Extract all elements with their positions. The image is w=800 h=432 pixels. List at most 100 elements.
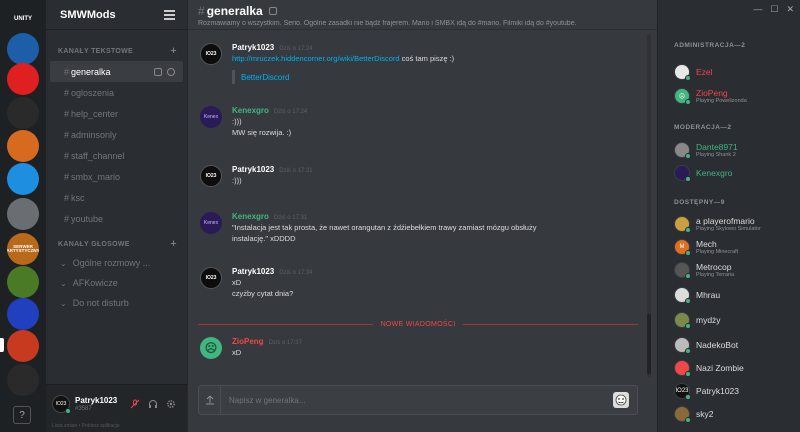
text-channel-generalka[interactable]: # generalka — [50, 61, 183, 82]
member-name: Kenexgro — [696, 168, 733, 178]
message-input[interactable] — [221, 395, 613, 405]
text-channel-staff_channel[interactable]: # staff_channel — [50, 145, 183, 166]
server-icon[interactable] — [7, 198, 39, 230]
invite-icon[interactable] — [154, 67, 162, 76]
footer-links[interactable]: Lista zmian • Pobierz aplikacje — [52, 423, 120, 429]
scrollbar-thumb[interactable] — [647, 314, 651, 374]
app-logo[interactable]: UNITY — [7, 3, 39, 35]
message-timestamp: Dziś o 17:31 — [279, 168, 313, 174]
guild-name: SMWMods — [60, 8, 116, 21]
voice-channel[interactable]: ⌄ Do not disturb — [46, 293, 187, 313]
voice-channels-category[interactable]: KANAŁY GŁOSOWE + — [46, 237, 187, 251]
message-header: Patryk1023 Dziś o 17:31 — [232, 165, 313, 174]
text-channel-ksc[interactable]: # ksc — [50, 187, 183, 208]
mute-icon[interactable] — [128, 397, 142, 411]
message-author[interactable]: Kenexgro — [232, 212, 269, 221]
channel-settings-icon[interactable] — [167, 67, 175, 76]
member-item[interactable]: Mhrau — [674, 285, 794, 307]
scrollbar[interactable] — [647, 34, 651, 377]
member-status: Playing Terraria — [696, 272, 735, 278]
member-item[interactable]: M Mech Playing Minecraft — [674, 237, 794, 259]
add-channel-icon[interactable]: + — [170, 45, 177, 57]
channel-title: # generalka — [198, 4, 647, 18]
message-text: :))) — [232, 117, 242, 126]
server-icon[interactable] — [7, 163, 39, 195]
minimize-icon[interactable]: — — [753, 4, 762, 15]
member-item[interactable]: Dante8971 Playing Shank 2 — [674, 140, 794, 162]
server-icon[interactable] — [7, 33, 39, 65]
text-channel-smbx_mario[interactable]: # smbx_mario — [50, 166, 183, 187]
message-header: Patryk1023 Dziś o 17:24 — [232, 43, 313, 52]
message-author[interactable]: Patryk1023 — [232, 267, 274, 276]
menu-icon[interactable] — [164, 9, 175, 20]
avatar[interactable]: ☹ — [200, 337, 222, 359]
server-icon[interactable] — [7, 97, 39, 129]
server-icon[interactable] — [7, 330, 39, 362]
help-button[interactable]: ? — [13, 406, 31, 424]
link-embed[interactable]: BetterDiscord — [232, 70, 322, 84]
member-item[interactable]: a playerofmario Playing Skylowo Simulator — [674, 214, 794, 236]
avatar[interactable]: IO23 — [200, 165, 222, 187]
text-channel-help_center[interactable]: # help_center — [50, 103, 183, 124]
member-item[interactable]: sky2 — [674, 404, 794, 426]
message-text: instalację." xDDDD — [232, 234, 296, 243]
message-header: Kenexgro Dziś o 17:24 — [232, 106, 307, 115]
channel-label: smbx_mario — [71, 171, 121, 182]
channel-header: # generalka Rozmawiamy o wszystkim. Seri… — [188, 0, 657, 30]
server-icon[interactable] — [7, 298, 39, 330]
upload-icon[interactable] — [199, 386, 221, 414]
message-text-content: czyżby cytat dnia? — [232, 289, 294, 298]
message-author[interactable]: Patryk1023 — [232, 43, 274, 52]
member-item[interactable]: NadekoBot — [674, 335, 794, 357]
server-icon[interactable] — [7, 364, 39, 396]
server-icon[interactable] — [7, 63, 39, 95]
text-channels-category[interactable]: KANAŁY TEKSTOWE + — [46, 44, 187, 58]
guild-header[interactable]: SMWMods — [46, 0, 187, 30]
user-panel: IO23 Patryk1023 #3587 Lista zmian • Pobi… — [46, 384, 187, 432]
avatar[interactable]: Kenex — [200, 106, 222, 128]
server-label: UNITY — [14, 16, 32, 22]
maximize-icon[interactable]: ☐ — [770, 4, 778, 15]
member-item[interactable]: mydży — [674, 310, 794, 332]
text-channel-ogloszenia[interactable]: # ogloszenia — [50, 82, 183, 103]
avatar[interactable]: Kenex — [200, 212, 222, 234]
add-voice-channel-icon[interactable]: + — [170, 238, 177, 250]
message-text: :))) — [232, 176, 242, 185]
chevron-down-icon: ⌄ — [60, 258, 67, 268]
avatar[interactable]: IO23 — [200, 267, 222, 289]
member-name: Mhrau — [696, 290, 721, 300]
server-icon[interactable] — [7, 130, 39, 162]
message-author[interactable]: Patryk1023 — [232, 165, 274, 174]
message-author[interactable]: ZioPeng — [232, 337, 264, 346]
member-item[interactable]: Nazi Zombie — [674, 358, 794, 380]
voice-channel[interactable]: ⌄ Ogólne rozmowy ... — [46, 253, 187, 273]
close-icon[interactable]: ✕ — [786, 4, 794, 15]
server-icon[interactable]: SERWER ARTYSTYCZNY — [7, 233, 39, 265]
channel-label: staff_channel — [71, 150, 125, 161]
message-author[interactable]: Kenexgro — [232, 106, 269, 115]
server-icon[interactable] — [7, 266, 39, 298]
text-channel-youtube[interactable]: # youtube — [50, 208, 183, 229]
member-list: — ☐ ✕ ADMINISTRACJA—2 MODERACJA—2 DOSTĘPNY… — [657, 0, 800, 432]
member-name: Metrocop — [696, 262, 732, 272]
headphones-icon[interactable] — [146, 397, 160, 411]
member-item[interactable]: Kenexgro — [674, 163, 794, 185]
online-status-icon — [685, 250, 691, 256]
settings-gear-icon[interactable] — [164, 397, 178, 411]
hash-icon: # — [64, 192, 70, 203]
member-item[interactable]: IO23 Patryk1023 — [674, 381, 794, 403]
notification-icon[interactable] — [268, 7, 277, 15]
message-text-content: coś tam piszę :) — [399, 54, 455, 63]
text-channel-adminsonly[interactable]: # adminsonly — [50, 124, 183, 145]
voice-channel[interactable]: ⌄ AFKowicze — [46, 273, 187, 293]
emoji-picker-icon[interactable] — [613, 392, 629, 408]
member-item[interactable]: Ezel — [674, 62, 794, 84]
message-link[interactable]: http://mruczek.hiddencorner.org/wiki/Bet… — [232, 54, 400, 63]
message-text-content: xD — [232, 348, 242, 357]
voice-channel-list: ⌄ Ogólne rozmowy ... ⌄ AFKowicze ⌄ Do not dis… — [46, 253, 187, 313]
member-item[interactable]: Metrocop Playing Terraria — [674, 260, 794, 282]
member-status: Playing Powelizonda — [696, 98, 747, 104]
active-server-indicator — [0, 338, 4, 352]
avatar[interactable]: IO23 — [200, 43, 222, 65]
member-item[interactable]: ☹ ZioPeng Playing Powelizonda — [674, 86, 794, 108]
